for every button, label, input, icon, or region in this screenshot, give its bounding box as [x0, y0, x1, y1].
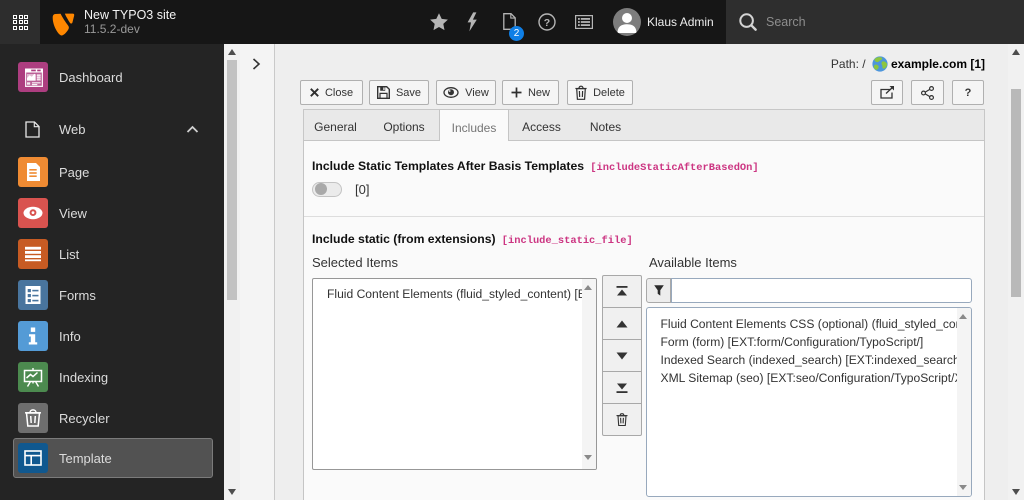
svg-text:?: ?: [544, 17, 550, 29]
